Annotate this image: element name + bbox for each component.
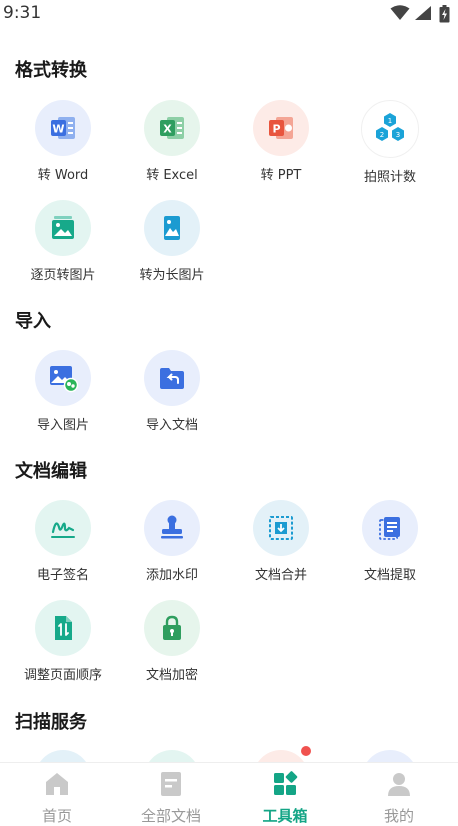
toolbox-content: 格式转换 W 转 Word X 转 Excel P 转 PPT 1 2 3 拍照…: [0, 26, 458, 762]
svg-text:W: W: [52, 123, 64, 136]
tab-all-documents[interactable]: 全部文档: [114, 763, 228, 825]
tool-label: 转 PPT: [260, 168, 302, 183]
svg-text:2: 2: [380, 131, 384, 139]
toolbox-icon: [274, 771, 298, 795]
lock-icon: [144, 600, 200, 656]
tab-label: 全部文档: [140, 807, 201, 825]
tool-add-watermark[interactable]: 添加水印: [118, 500, 226, 583]
section-title-import: 导入: [15, 311, 51, 332]
reorder-pages-icon: [35, 600, 91, 656]
word-icon: W: [35, 100, 91, 156]
tool-label: 逐页转图片: [30, 268, 96, 283]
tab-home[interactable]: 首页: [0, 763, 114, 825]
cellular-signal-icon: [415, 6, 431, 20]
ppt-icon: P: [253, 100, 309, 156]
tool-label: 调整页面顺序: [23, 668, 102, 683]
scan-service-icon[interactable]: [253, 746, 311, 762]
documents-icon: [161, 772, 181, 796]
tool-encrypt-document[interactable]: 文档加密: [118, 600, 226, 683]
long-image-icon: [144, 200, 200, 256]
tool-e-signature[interactable]: 电子签名: [9, 500, 117, 583]
tool-label: 文档加密: [145, 668, 198, 683]
svg-text:P: P: [272, 123, 280, 136]
wifi-icon: [390, 5, 410, 20]
tool-convert-ppt[interactable]: P 转 PPT: [227, 100, 335, 183]
tool-label: 文档合并: [254, 568, 307, 583]
tool-label: 导入图片: [36, 418, 89, 433]
svg-text:1: 1: [388, 117, 392, 125]
svg-text:3: 3: [396, 131, 400, 139]
tool-long-image[interactable]: 转为长图片: [118, 200, 226, 283]
tool-label: 文档提取: [363, 568, 416, 583]
scan-service-icon[interactable]: [144, 750, 200, 762]
tool-label: 导入文档: [145, 418, 198, 433]
tool-merge-documents[interactable]: 文档合并: [227, 500, 335, 583]
battery-charging-icon: [439, 5, 450, 23]
merge-icon: [253, 500, 309, 556]
page-to-image-icon: [35, 200, 91, 256]
tab-label: 工具箱: [262, 807, 308, 825]
tool-reorder-pages[interactable]: 调整页面顺序: [9, 600, 117, 683]
tool-label: 转 Excel: [146, 168, 198, 183]
tab-profile[interactable]: 我的: [342, 763, 456, 825]
tool-photo-count[interactable]: 1 2 3 拍照计数: [336, 100, 444, 185]
tool-label: 电子签名: [36, 568, 89, 583]
bottom-tab-bar: 首页 全部文档 工具箱 我的: [0, 762, 458, 825]
tool-label: 转为长图片: [139, 268, 205, 283]
home-icon: [46, 773, 68, 795]
tool-import-document[interactable]: 导入文档: [118, 350, 226, 433]
status-time: 9:31: [3, 3, 42, 23]
tool-convert-excel[interactable]: X 转 Excel: [118, 100, 226, 183]
count-icon: 1 2 3: [361, 100, 419, 158]
tool-label: 添加水印: [145, 568, 198, 583]
tab-label: 首页: [41, 807, 72, 825]
extract-icon: [362, 500, 418, 556]
scan-service-icon[interactable]: [35, 750, 91, 762]
watermark-stamp-icon: [144, 500, 200, 556]
import-document-icon: [144, 350, 200, 406]
tool-import-image[interactable]: 导入图片: [9, 350, 117, 433]
status-bar: 9:31: [0, 0, 458, 26]
section-title-format-conversion: 格式转换: [15, 60, 87, 81]
tab-toolbox[interactable]: 工具箱: [228, 763, 342, 825]
notification-dot: [301, 746, 311, 756]
svg-text:X: X: [163, 123, 172, 136]
tool-convert-word[interactable]: W 转 Word: [9, 100, 117, 183]
scan-service-icon[interactable]: [362, 750, 418, 762]
section-title-scan-services: 扫描服务: [15, 712, 87, 733]
signature-icon: [35, 500, 91, 556]
profile-icon: [388, 773, 410, 796]
tool-label: 转 Word: [37, 168, 89, 183]
import-image-icon: [35, 350, 91, 406]
excel-icon: X: [144, 100, 200, 156]
tool-extract-document[interactable]: 文档提取: [336, 500, 444, 583]
tool-label: 拍照计数: [363, 170, 416, 185]
tab-label: 我的: [383, 807, 414, 825]
tool-page-to-image[interactable]: 逐页转图片: [9, 200, 117, 283]
section-title-document-editing: 文档编辑: [15, 461, 87, 482]
